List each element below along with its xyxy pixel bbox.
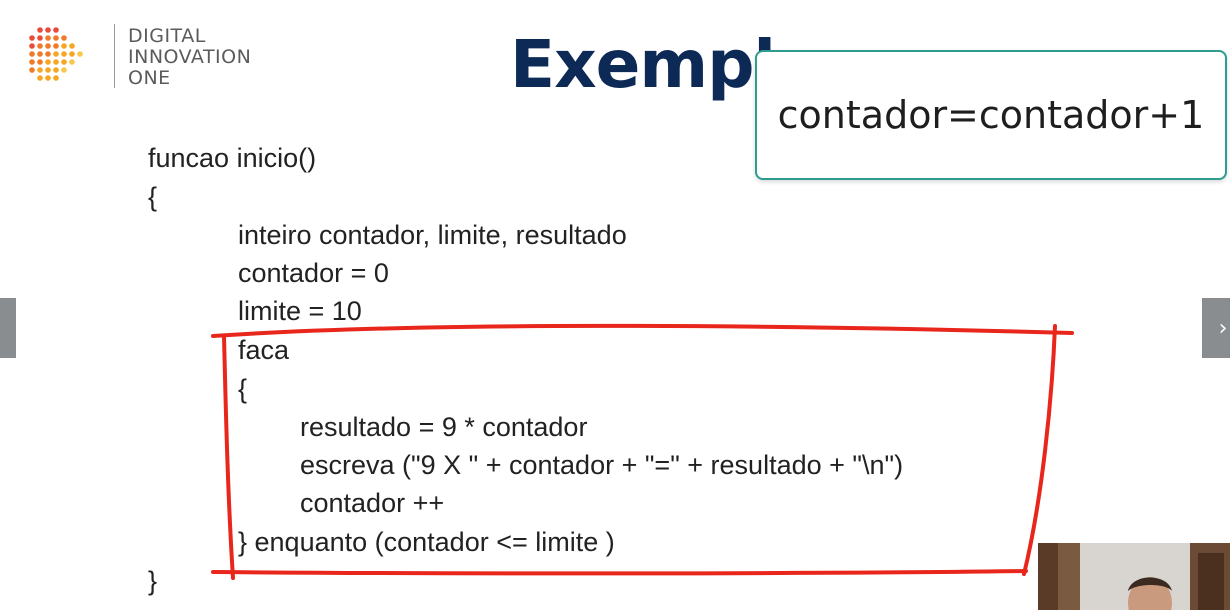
presenter-video-icon [1038, 543, 1230, 610]
webcam-overlay [1038, 543, 1230, 610]
code-line: contador ++ [300, 488, 445, 518]
code-line: resultado = 9 * contador [300, 412, 588, 442]
code-line: escreva ("9 X " + contador + "=" + resul… [300, 450, 904, 480]
prev-slide-button[interactable] [0, 298, 16, 358]
chevron-right-icon: › [1218, 315, 1228, 341]
callout-box: contador=contador+1 [755, 50, 1227, 180]
code-line: inteiro contador, limite, resultado [238, 220, 627, 250]
code-line: limite = 10 [238, 296, 362, 326]
code-line: contador = 0 [238, 258, 389, 288]
code-line: { [148, 182, 158, 212]
code-line: faca [238, 335, 290, 365]
code-line: { [238, 374, 248, 404]
callout-text: contador=contador+1 [777, 93, 1205, 137]
code-line: } enquanto (contador <= limite ) [238, 527, 615, 557]
code-line: } [148, 566, 158, 596]
next-slide-button[interactable]: › [1202, 298, 1230, 358]
code-line: funcao inicio() [148, 143, 317, 173]
